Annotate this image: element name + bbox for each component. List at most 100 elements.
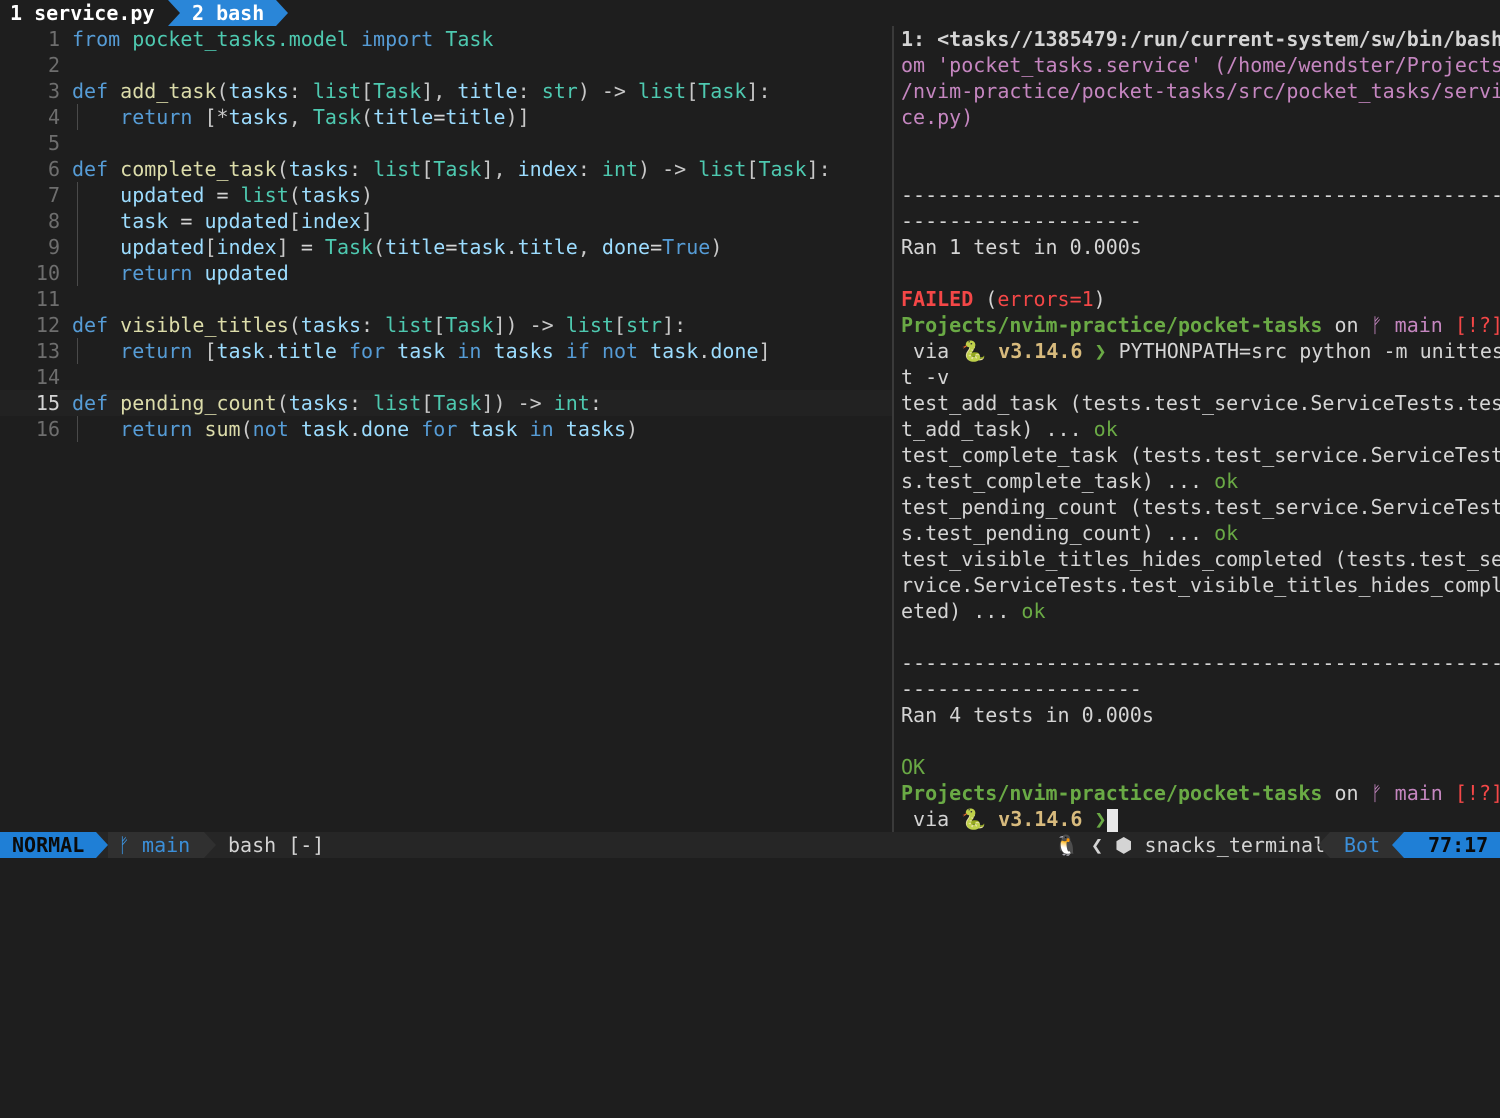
- filetype-info: 🐧 ❮ ⬢ snacks_terminal: [1054, 833, 1326, 857]
- code-line[interactable]: 3 def add_task(tasks: list[Task], title: …: [0, 78, 892, 104]
- code-line[interactable]: 12 def visible_titles(tasks: list[Task]) …: [0, 312, 892, 338]
- code-line[interactable]: 15 def pending_count(tasks: list[Task]) -…: [0, 390, 892, 416]
- terminal-line: rvice.ServiceTests.test_visible_titles_h…: [901, 572, 1500, 598]
- code-line[interactable]: 7 updated = list(tasks): [0, 182, 892, 208]
- terminal-text: t_add_task) ...: [901, 417, 1094, 441]
- command-line[interactable]: [0, 858, 1500, 885]
- code-text: def add_task(tasks: list[Task], title: s…: [72, 78, 771, 104]
- terminal-line: t -v: [901, 364, 949, 390]
- terminal-pane[interactable]: 1: <tasks//1385479:/run/current-system/s…: [894, 26, 1500, 832]
- code-token: ]:: [662, 313, 687, 337]
- line-number: 2: [47, 53, 60, 77]
- code-line[interactable]: 13 return [task.title for task in tasks …: [0, 338, 892, 364]
- code-token: Task: [373, 79, 422, 103]
- git-branch: ᚠ main: [108, 832, 204, 858]
- terminal-text: 🐍 v3.14.6: [961, 339, 1083, 363]
- terminal-text: (: [973, 287, 998, 311]
- code-token: list: [698, 157, 747, 181]
- tab-service-py[interactable]: 1 service.py: [0, 0, 168, 26]
- code-token: ]: [361, 209, 374, 233]
- editor-pane[interactable]: 1 from pocket_tasks.model import Task 2 3 de…: [0, 26, 892, 832]
- code-text: return [task.title for task in tasks if …: [72, 338, 771, 364]
- terminal-text: test_pending_count (tests.test_service.S…: [901, 495, 1500, 519]
- code-token: .: [698, 339, 711, 363]
- code-token: ],: [481, 157, 518, 181]
- line-number: 12: [35, 313, 60, 337]
- code-line[interactable]: 9 updated[index] = Task(title=task.title…: [0, 234, 892, 260]
- code-line[interactable]: 4 return [*tasks, Task(title=title)]: [0, 104, 892, 130]
- code-text: def pending_count(tasks: list[Task]) -> …: [72, 390, 602, 416]
- code-token: ]) ->: [481, 391, 554, 415]
- code-token: Task: [324, 235, 374, 259]
- code-token: tasks: [300, 183, 362, 207]
- code-line[interactable]: 1 from pocket_tasks.model import Task: [0, 26, 892, 52]
- line-number: 9: [47, 235, 60, 259]
- code-token: True: [662, 235, 711, 259]
- code-line[interactable]: 11: [0, 286, 892, 312]
- terminal-text: test_visible_titles_hides_completed (tes…: [901, 547, 1500, 571]
- code-token: in: [457, 339, 482, 363]
- code-token: (: [288, 183, 301, 207]
- code-line[interactable]: 16 return sum(not task.done for task in …: [0, 416, 892, 442]
- tab-bash[interactable]: 2 bash: [168, 0, 288, 26]
- code-text: task = updated[index]: [72, 208, 373, 234]
- line-number: 3: [47, 79, 60, 103]
- code-token: [: [686, 79, 699, 103]
- cursor-position: 77:17: [1404, 832, 1500, 858]
- code-line[interactable]: 8 task = updated[index]: [0, 208, 892, 234]
- code-token: =: [650, 235, 663, 259]
- terminal-text: Ran 4 tests in 0.000s: [901, 703, 1154, 727]
- code-token: for: [421, 417, 458, 441]
- code-token: tasks: [288, 391, 349, 415]
- terminal-text: ❯: [1094, 339, 1107, 363]
- terminal-text: Ran 1 test in 0.000s: [901, 235, 1142, 259]
- code-token: sum: [204, 417, 241, 441]
- code-token: ]: [758, 339, 771, 363]
- code-line[interactable]: 10 return updated: [0, 260, 892, 286]
- terminal-text: ----------------------------------------…: [901, 183, 1500, 207]
- code-line[interactable]: 2: [0, 52, 892, 78]
- code-token: ): [710, 235, 723, 259]
- terminal-line: ----------------------------------------…: [901, 650, 1500, 676]
- line-number: 5: [47, 131, 60, 155]
- code-line[interactable]: 6 def complete_task(tasks: list[Task], in…: [0, 156, 892, 182]
- code-token: done: [710, 339, 759, 363]
- terminal-text: via: [901, 807, 962, 831]
- code-token: visible_titles: [120, 313, 289, 337]
- code-token: add_task: [120, 79, 217, 103]
- code-token: task: [650, 339, 699, 363]
- code-line[interactable]: 14: [0, 364, 892, 390]
- code-token: task: [300, 417, 349, 441]
- terminal-text: ok: [1021, 599, 1046, 623]
- code-token: :: [348, 391, 374, 415]
- terminal-text: 1: <tasks//1385479:/run/current-system/s…: [901, 27, 1500, 51]
- code-text: def visible_titles(tasks: list[Task]) ->…: [72, 312, 686, 338]
- code-token: [: [288, 209, 301, 233]
- code-token: not: [252, 417, 289, 441]
- code-token: =: [204, 183, 241, 207]
- code-token: str: [625, 313, 663, 337]
- code-token: str: [541, 79, 578, 103]
- code-token: (: [288, 313, 301, 337]
- code-token: tasks: [300, 313, 362, 337]
- code-token: list: [373, 157, 422, 181]
- code-line[interactable]: 5: [0, 130, 892, 156]
- code-token: (: [240, 417, 253, 441]
- terminal-text: ok: [1214, 469, 1239, 493]
- code-token: [: [613, 313, 626, 337]
- code-token: pocket_tasks.model: [132, 27, 349, 51]
- code-token: =: [433, 105, 446, 129]
- code-token: done: [361, 417, 410, 441]
- statusline: NORMAL ᚠ main bash [-] 🐧 ❮ ⬢ snacks_term…: [0, 832, 1500, 858]
- terminal-line: Ran 4 tests in 0.000s: [901, 702, 1154, 728]
